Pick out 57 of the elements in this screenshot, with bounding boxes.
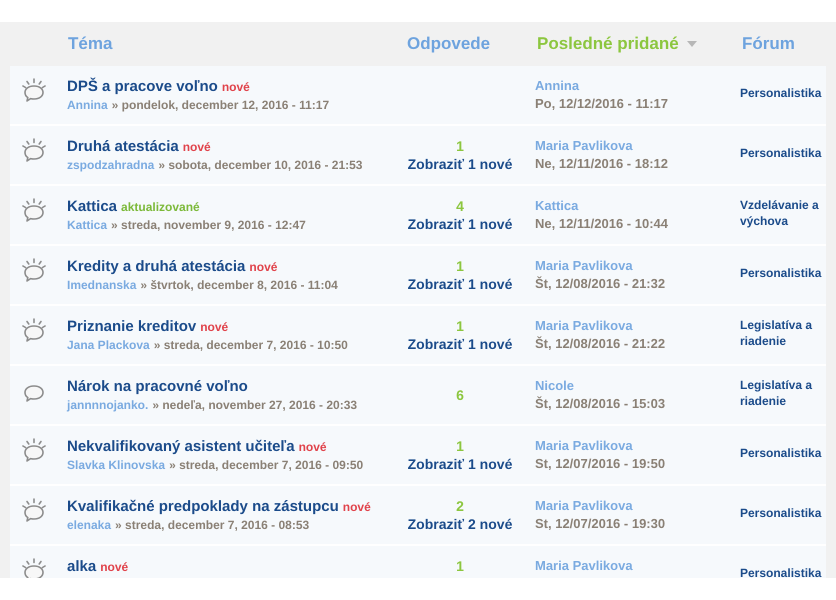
- topic-title-link[interactable]: Kredity a druhá atestácia: [67, 257, 246, 277]
- reply-count: 1: [456, 318, 464, 334]
- post-date: » pondelok, december 12, 2016 - 11:17: [112, 97, 330, 113]
- status-label: nové: [342, 499, 371, 516]
- reply-count: 1: [456, 258, 464, 274]
- post-date: » štvrtok, december 8, 2016 - 11:04: [140, 277, 338, 293]
- sort-caret-icon: [686, 41, 697, 47]
- reply-count: 6: [456, 387, 464, 403]
- status-label: nové: [182, 139, 211, 156]
- new-replies-link[interactable]: Zobraziť 1 nové: [408, 334, 512, 354]
- forum-link[interactable]: Personalistika: [740, 565, 822, 578]
- post-date: » streda, december 7, 2016 - 08:53: [115, 517, 310, 533]
- topic-title-link[interactable]: Nekvalifikovaný asistent učiteľa: [67, 437, 295, 457]
- new-replies-link[interactable]: Zobraziť 1 nové: [408, 454, 512, 474]
- last-post-date: Ne, 12/11/2016 - 18:12: [535, 155, 668, 173]
- post-date: » streda, december 7, 2016 - 09:50: [169, 457, 364, 473]
- forum-link[interactable]: Personalistika: [740, 445, 822, 461]
- status-label: nové: [298, 439, 327, 456]
- post-date: » streda, november 9, 2016 - 12:47: [111, 217, 306, 233]
- forum-link[interactable]: Personalistika: [740, 145, 822, 161]
- post-date: » streda, december 7, 2016 - 10:50: [154, 337, 348, 353]
- reply-count: 1: [456, 438, 464, 454]
- last-post-date: Po, 12/12/2016 - 11:17: [535, 95, 668, 113]
- status-label: nové: [249, 259, 278, 276]
- forum-link[interactable]: Legislatíva a riadenie: [740, 377, 826, 409]
- post-date: » nedeľa, november 27, 2016 - 20:33: [152, 397, 358, 413]
- topic-title-link[interactable]: Nárok na pracovné voľno: [67, 377, 248, 397]
- last-post-date: Ne, 12/11/2016 - 10:44: [535, 215, 668, 233]
- reply-count: 2: [456, 498, 464, 514]
- topic-title-link[interactable]: alka: [67, 557, 96, 577]
- last-post-date: Št, 12/08/2016 - 21:22: [535, 335, 666, 353]
- last-post-date: St, 12/07/2016 - 19:50: [535, 455, 666, 473]
- forum-link[interactable]: Personalistika: [740, 505, 822, 521]
- new-replies-link[interactable]: Zobraziť 2 nové: [408, 514, 512, 534]
- reply-count: 4: [456, 198, 464, 214]
- topic-title-link[interactable]: DPŠ a pracove voľno: [67, 77, 218, 97]
- new-replies-link[interactable]: Zobraziť 1 nové: [408, 274, 512, 294]
- forum-link[interactable]: Personalistika: [740, 265, 822, 281]
- status-label: nové: [200, 319, 228, 336]
- topic-title-link[interactable]: Priznanie kreditov: [67, 317, 196, 337]
- forum-link[interactable]: Vzdelávanie a výchova: [740, 197, 826, 229]
- topic-title-link[interactable]: Druhá atestácia: [67, 137, 179, 157]
- new-replies-link[interactable]: Zobraziť 1 nové: [408, 154, 512, 174]
- forum-link[interactable]: Personalistika: [740, 85, 822, 101]
- post-date: » sobota, december 10, 2016 - 21:53: [158, 157, 362, 173]
- last-post-date: Št, 12/08/2016 - 15:03: [535, 395, 666, 413]
- reply-count: 1: [456, 558, 464, 574]
- last-post-date: Št, 12/08/2016 - 21:32: [535, 275, 666, 293]
- status-label: aktualizované: [121, 199, 200, 216]
- topic-title-link[interactable]: Kattica: [67, 197, 118, 217]
- forum-link[interactable]: Legislatíva a riadenie: [740, 317, 826, 349]
- new-replies-link[interactable]: Zobraziť 1 nové: [408, 214, 512, 234]
- status-label: nové: [222, 79, 250, 96]
- reply-count: 1: [456, 138, 464, 154]
- topic-title-link[interactable]: Kvalifikačné predpoklady na zástupcu: [67, 497, 339, 517]
- status-label: nové: [100, 559, 128, 576]
- last-post-date: St, 12/07/2016 - 19:30: [535, 515, 666, 533]
